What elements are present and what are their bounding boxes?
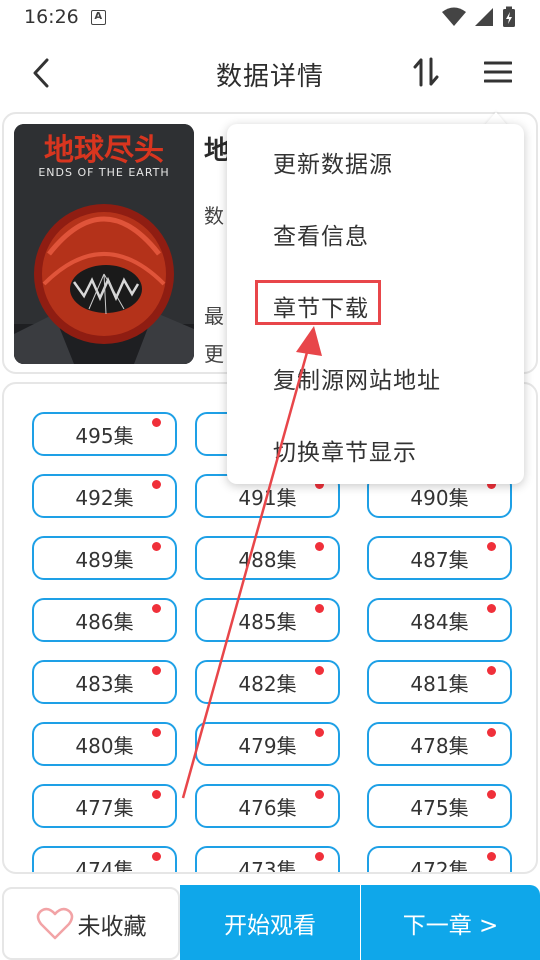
episode-label: 495集 <box>75 423 134 448</box>
info-line-latest: 最 <box>204 304 224 328</box>
new-dot-icon <box>152 852 161 861</box>
new-dot-icon <box>487 852 496 861</box>
episode-button[interactable]: 492集 <box>32 474 177 518</box>
menu-item-update-source[interactable]: 更新数据源 <box>227 132 524 192</box>
wifi-icon <box>442 7 466 26</box>
episode-button[interactable]: 474集 <box>32 846 177 874</box>
new-dot-icon <box>315 542 324 551</box>
new-dot-icon <box>152 480 161 489</box>
episode-label: 475集 <box>410 795 469 820</box>
episode-label: 472集 <box>410 857 469 874</box>
info-line-update: 更 <box>204 342 224 366</box>
episode-button[interactable]: 473集 <box>195 846 340 874</box>
episode-label: 484集 <box>410 609 469 634</box>
new-dot-icon <box>152 604 161 613</box>
episode-button[interactable]: 486集 <box>32 598 177 642</box>
episode-button[interactable]: 484集 <box>367 598 512 642</box>
hamburger-icon <box>484 61 512 83</box>
episode-label: 478集 <box>410 733 469 758</box>
episode-label: 482集 <box>238 671 297 696</box>
episode-label: 474集 <box>75 857 134 874</box>
new-dot-icon <box>315 790 324 799</box>
status-time: 16:26 <box>24 6 79 28</box>
episode-label: 473集 <box>238 857 297 874</box>
episode-label: 483集 <box>75 671 134 696</box>
battery-icon <box>503 6 515 27</box>
new-dot-icon <box>315 852 324 861</box>
next-chapter-button[interactable]: 下一章 > <box>361 885 540 960</box>
episode-label: 479集 <box>238 733 297 758</box>
info-line-data-source: 数 <box>204 204 224 228</box>
new-dot-icon <box>487 790 496 799</box>
new-dot-icon <box>487 666 496 675</box>
poster-subtitle-text: ENDS OF THE EARTH <box>38 166 169 179</box>
menu-item-toggle-chapter-display[interactable]: 切换章节显示 <box>227 420 524 480</box>
new-dot-icon <box>315 666 324 675</box>
favorite-button[interactable]: 未收藏 <box>2 887 180 960</box>
episode-label: 491集 <box>238 485 297 510</box>
episode-label: 487集 <box>410 547 469 572</box>
new-dot-icon <box>487 728 496 737</box>
episode-button[interactable]: 485集 <box>195 598 340 642</box>
episode-label: 488集 <box>238 547 297 572</box>
episode-label: 485集 <box>238 609 297 634</box>
poster-image: 地球尽头 ENDS OF THE EARTH <box>14 124 194 364</box>
episode-button[interactable]: 495集 <box>32 412 177 456</box>
status-icons <box>442 6 516 28</box>
signal-icon <box>475 8 493 26</box>
poster-title-text: 地球尽头 <box>44 133 164 168</box>
episode-button[interactable]: 475集 <box>367 784 512 828</box>
episode-button[interactable]: 478集 <box>367 722 512 766</box>
new-dot-icon <box>315 728 324 737</box>
favorite-label: 未收藏 <box>77 913 147 940</box>
episode-button[interactable]: 472集 <box>367 846 512 874</box>
episode-button[interactable]: 476集 <box>195 784 340 828</box>
episode-label: 481集 <box>410 671 469 696</box>
episode-label: 489集 <box>75 547 134 572</box>
episode-button[interactable]: 487集 <box>367 536 512 580</box>
annotation-highlight-box <box>255 280 381 325</box>
episode-label: 480集 <box>75 733 134 758</box>
new-dot-icon <box>152 666 161 675</box>
episode-button[interactable]: 482集 <box>195 660 340 704</box>
sort-icon <box>413 57 439 87</box>
new-dot-icon <box>152 728 161 737</box>
episode-label: 486集 <box>75 609 134 634</box>
episode-label: 490集 <box>410 485 469 510</box>
episode-button[interactable]: 488集 <box>195 536 340 580</box>
new-dot-icon <box>152 418 161 427</box>
status-bar: 16:26 A <box>0 0 540 34</box>
episode-label: 477集 <box>75 795 134 820</box>
episode-label: 476集 <box>238 795 297 820</box>
sort-button[interactable] <box>408 54 444 90</box>
episode-button[interactable]: 481集 <box>367 660 512 704</box>
app-header: 数据详情 <box>0 34 540 110</box>
page-title: 数据详情 <box>215 62 324 92</box>
new-dot-icon <box>152 790 161 799</box>
episode-button[interactable]: 489集 <box>32 536 177 580</box>
new-dot-icon <box>152 542 161 551</box>
episode-button[interactable]: 477集 <box>32 784 177 828</box>
notification-icon: A <box>90 9 106 25</box>
new-dot-icon <box>315 604 324 613</box>
new-dot-icon <box>487 604 496 613</box>
heart-icon <box>36 907 73 939</box>
menu-item-view-info[interactable]: 查看信息 <box>227 204 524 264</box>
menu-item-copy-source-url[interactable]: 复制源网站地址 <box>227 348 524 408</box>
episode-button[interactable]: 479集 <box>195 722 340 766</box>
start-watching-button[interactable]: 开始观看 <box>180 885 360 960</box>
episode-button[interactable]: 480集 <box>32 722 177 766</box>
episode-label: 492集 <box>75 485 134 510</box>
episode-button[interactable]: 483集 <box>32 660 177 704</box>
new-dot-icon <box>487 542 496 551</box>
menu-button[interactable] <box>480 54 516 90</box>
bottom-bar: 未收藏 开始观看 下一章 > <box>0 885 540 960</box>
